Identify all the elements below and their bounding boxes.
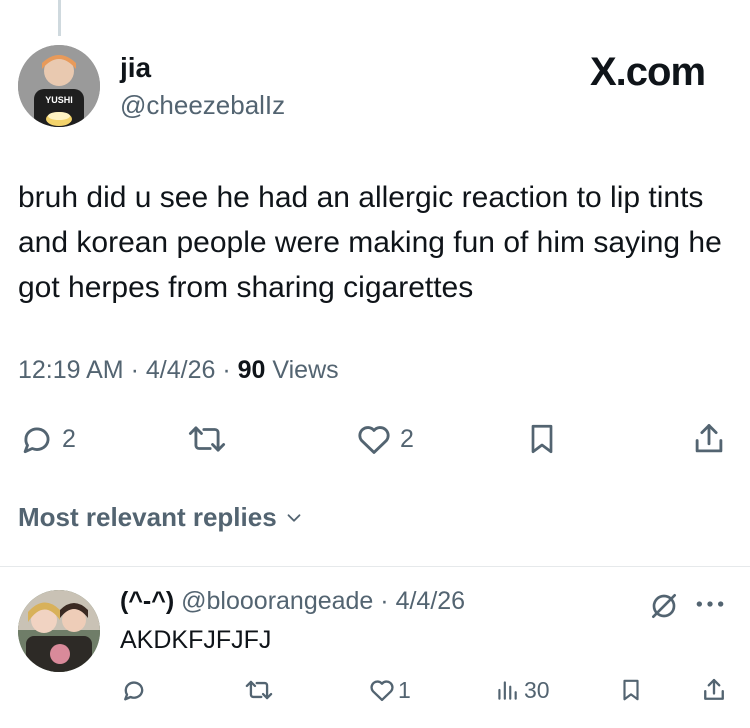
bookmark-button[interactable] bbox=[524, 420, 560, 458]
views-count: 90 bbox=[237, 356, 266, 384]
author-avatar[interactable]: YUSHI bbox=[18, 45, 100, 127]
share-icon bbox=[695, 424, 723, 453]
reply-header: (^-^) @blooorangeade · 4/4/26 bbox=[120, 587, 465, 616]
replies-sort-dropdown[interactable]: Most relevant replies bbox=[18, 502, 305, 533]
like-icon bbox=[370, 680, 394, 702]
retweet-icon bbox=[245, 680, 273, 700]
retweet-icon bbox=[188, 426, 226, 452]
reply-share-button[interactable] bbox=[700, 676, 728, 704]
reply-author-avatar[interactable] bbox=[18, 590, 100, 672]
reply-count: 2 bbox=[62, 424, 76, 453]
reply-views-count: 30 bbox=[524, 676, 550, 703]
reply-button[interactable]: 2 bbox=[18, 420, 76, 458]
avatar-image: YUSHI bbox=[18, 45, 100, 127]
bookmark-icon bbox=[531, 424, 553, 454]
tweet-meta: 12:19 AM · 4/4/26 · 90 Views bbox=[18, 356, 339, 385]
author-name[interactable]: jia bbox=[120, 52, 151, 84]
views-icon bbox=[498, 681, 517, 700]
reply-retweet-button[interactable] bbox=[244, 676, 274, 704]
chevron-down-icon bbox=[287, 513, 301, 522]
like-icon bbox=[358, 426, 390, 454]
brand-logo: X.com bbox=[590, 50, 706, 94]
reply-text: AKDKFJFJFJ bbox=[120, 626, 272, 654]
tweet-text: bruh did u see he had an allergic reacti… bbox=[18, 181, 722, 304]
like-button[interactable]: 2 bbox=[354, 420, 414, 458]
avatar-shirt-text: YUSHI bbox=[45, 95, 73, 105]
reply-author-name[interactable]: (^-^) bbox=[120, 587, 174, 615]
author-handle[interactable]: @cheezebalIz bbox=[120, 90, 285, 121]
tweet-date: 4/4/26 bbox=[145, 356, 216, 384]
more-icon bbox=[696, 601, 724, 607]
reply-author-handle[interactable]: @blooorangeade bbox=[181, 587, 373, 615]
views-label: Views bbox=[272, 356, 339, 384]
thread-connector-line bbox=[58, 0, 61, 36]
reply-views-button[interactable]: 30 bbox=[494, 676, 550, 704]
meta-separator: · bbox=[130, 356, 146, 384]
share-button[interactable] bbox=[690, 420, 728, 458]
reply-avatar-image bbox=[18, 590, 100, 672]
reply-icon bbox=[23, 427, 50, 454]
reply-like-count: 1 bbox=[398, 676, 411, 703]
retweet-button[interactable] bbox=[186, 420, 228, 458]
reply-icon bbox=[124, 681, 144, 701]
meta-separator: · bbox=[222, 356, 238, 384]
replies-sort-label: Most relevant replies bbox=[18, 502, 277, 532]
bookmark-icon bbox=[623, 679, 639, 701]
grok-button[interactable] bbox=[648, 590, 680, 627]
reply-like-button[interactable]: 1 bbox=[368, 676, 411, 704]
section-divider bbox=[0, 566, 750, 567]
more-options-button[interactable] bbox=[694, 592, 726, 621]
meta-separator: · bbox=[373, 587, 396, 615]
tweet-time: 12:19 AM bbox=[18, 356, 124, 384]
reply-bookmark-button[interactable] bbox=[618, 676, 644, 704]
reply-reply-button[interactable] bbox=[120, 676, 148, 704]
like-count: 2 bbox=[400, 424, 414, 453]
grok-icon bbox=[652, 594, 676, 618]
reply-date: 4/4/26 bbox=[395, 587, 466, 615]
share-icon bbox=[704, 678, 724, 700]
